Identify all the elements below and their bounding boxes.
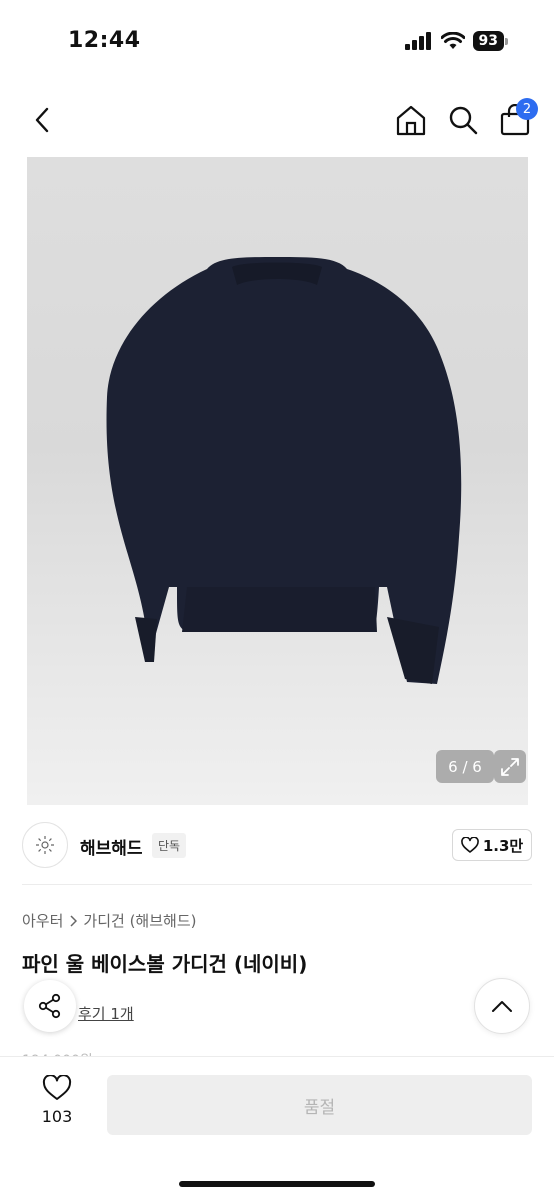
review-link[interactable]: 후기 1개 <box>78 1003 134 1024</box>
back-button[interactable] <box>24 102 60 138</box>
wishlist-button[interactable]: 103 <box>30 1075 84 1137</box>
sold-out-button: 품절 <box>107 1075 532 1135</box>
navy-cardigan-photo <box>106 257 462 684</box>
wishlist-count: 103 <box>41 1107 73 1126</box>
nav-bar: 2 <box>0 92 554 148</box>
cart-button[interactable]: 2 <box>496 98 538 140</box>
expand-image-button[interactable] <box>494 750 526 783</box>
search-button[interactable] <box>444 100 482 140</box>
scroll-to-top-button[interactable] <box>474 978 530 1034</box>
home-indicator <box>179 1181 375 1187</box>
breadcrumb-subcategory[interactable]: 가디건 (해브해드) <box>83 910 196 931</box>
status-bar: 12:44 93 <box>0 0 554 84</box>
bottom-action-bar: 103 품절 <box>0 1056 554 1200</box>
brand-like-count: 1.3만 <box>482 836 524 855</box>
brand-logo-icon <box>36 836 54 854</box>
breadcrumb-category[interactable]: 아우터 <box>22 910 63 931</box>
image-counter: 6 / 6 <box>436 750 494 783</box>
share-icon <box>38 993 61 1019</box>
product-image[interactable]: 6 / 6 <box>27 157 528 805</box>
search-icon <box>449 106 478 135</box>
product-title: 파인 울 베이스볼 가디건 (네이비) <box>22 952 308 976</box>
chevron-up-icon <box>492 1001 512 1012</box>
section-divider <box>22 884 532 885</box>
seller-avatar[interactable] <box>22 822 68 868</box>
chevron-left-icon <box>35 107 49 133</box>
heart-outline-icon <box>42 1075 72 1100</box>
home-button[interactable] <box>392 100 430 140</box>
brand-like-button[interactable]: 1.3만 <box>452 829 532 861</box>
heart-icon <box>461 837 479 853</box>
status-icons: 93 <box>404 31 508 51</box>
nav-actions: 2 <box>392 98 538 140</box>
home-icon <box>396 105 426 136</box>
share-button[interactable] <box>24 980 76 1032</box>
seller-row: 해브해드 단독 1.3만 <box>22 822 532 868</box>
seller-name[interactable]: 해브해드 <box>80 834 143 859</box>
expand-icon <box>501 757 519 776</box>
battery-level: 93 <box>472 31 504 51</box>
cellular-signal-icon <box>404 32 431 50</box>
status-time: 12:44 <box>68 28 141 53</box>
wifi-icon <box>440 32 465 49</box>
exclusive-tag: 단독 <box>152 833 187 858</box>
cart-count-badge: 2 <box>516 98 538 120</box>
chevron-right-icon <box>70 914 78 927</box>
breadcrumb: 아우터 가디건 (해브해드) <box>22 910 196 931</box>
battery-tip <box>505 37 508 45</box>
